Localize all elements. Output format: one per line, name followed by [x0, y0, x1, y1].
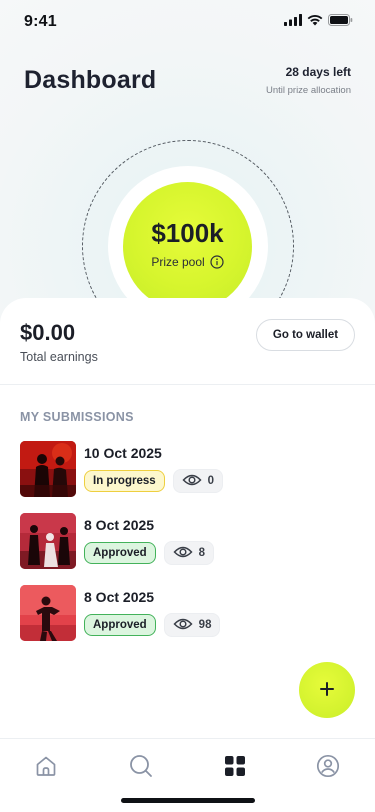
cellular-signal-icon — [284, 13, 302, 31]
submission-thumbnail — [20, 585, 76, 641]
main-card: $0.00 Total earnings Go to wallet MY SUB… — [0, 298, 375, 812]
search-icon — [128, 753, 154, 784]
dashboard-screen: 9:41 Dashboard 28 days left Until prize … — [0, 0, 375, 812]
prize-pool-circle: $100k Prize pool — [123, 182, 252, 311]
info-icon[interactable] — [210, 255, 224, 269]
prize-label: Prize pool — [151, 255, 205, 269]
submission-item[interactable]: 10 Oct 2025 In progress 0 — [20, 441, 355, 497]
prize-countdown: 28 days left Until prize allocation — [266, 62, 351, 96]
home-icon — [34, 754, 58, 783]
views-count: 8 — [198, 547, 206, 559]
submission-date: 10 Oct 2025 — [84, 445, 162, 461]
status-icons — [284, 13, 353, 31]
submission-date: 8 Oct 2025 — [84, 517, 155, 533]
submission-thumbnail — [20, 441, 76, 497]
earnings-amount: $0.00 — [20, 320, 76, 345]
page-title: Dashboard — [24, 66, 157, 94]
profile-icon — [316, 754, 340, 783]
submission-info: 10 Oct 2025 In progress 0 — [84, 445, 224, 493]
views-chip: 0 — [172, 469, 224, 493]
submission-item[interactable]: 8 Oct 2025 Approved 98 — [20, 585, 355, 641]
grid-icon — [224, 755, 246, 782]
submission-thumbnail — [20, 513, 76, 569]
earnings-summary: $0.00 Total earnings — [20, 320, 98, 364]
plus-icon — [319, 681, 335, 700]
eye-icon — [173, 545, 193, 562]
status-badge: In progress — [84, 470, 165, 492]
eye-icon — [173, 617, 193, 634]
status-bar: 9:41 — [0, 0, 375, 44]
submission-item[interactable]: 8 Oct 2025 Approved 8 — [20, 513, 355, 569]
views-chip: 8 — [163, 541, 215, 565]
submissions-section-title: MY SUBMISSIONS — [20, 410, 134, 424]
wifi-icon — [307, 13, 323, 31]
status-time: 9:41 — [24, 13, 57, 30]
go-to-wallet-button[interactable]: Go to wallet — [256, 319, 355, 351]
header: Dashboard 28 days left Until prize alloc… — [24, 62, 351, 96]
submission-info: 8 Oct 2025 Approved 98 — [84, 589, 221, 637]
status-badge: Approved — [84, 614, 156, 636]
add-submission-button[interactable] — [299, 662, 355, 718]
status-badge: Approved — [84, 542, 156, 564]
countdown-days: 28 days left — [285, 65, 351, 79]
views-chip: 98 — [163, 613, 221, 637]
submission-meta: Approved 98 — [84, 613, 221, 637]
divider — [0, 384, 375, 385]
nav-dashboard[interactable] — [222, 755, 248, 781]
views-count: 0 — [207, 475, 215, 487]
prize-label-row: Prize pool — [151, 255, 224, 269]
submission-date: 8 Oct 2025 — [84, 589, 155, 605]
eye-icon — [182, 473, 202, 490]
views-count: 98 — [198, 619, 212, 631]
earnings-label: Total earnings — [20, 350, 98, 364]
submission-info: 8 Oct 2025 Approved 8 — [84, 517, 215, 565]
prize-amount: $100k — [151, 218, 224, 248]
submission-meta: In progress 0 — [84, 469, 224, 493]
battery-icon — [328, 13, 353, 31]
submission-meta: Approved 8 — [84, 541, 215, 565]
countdown-caption: Until prize allocation — [265, 85, 351, 96]
submission-list: 10 Oct 2025 In progress 0 8 Oct 2025 App… — [20, 441, 355, 657]
nav-profile[interactable] — [315, 754, 341, 783]
nav-search[interactable] — [128, 753, 154, 784]
nav-home[interactable] — [33, 755, 59, 781]
home-indicator — [121, 798, 255, 803]
